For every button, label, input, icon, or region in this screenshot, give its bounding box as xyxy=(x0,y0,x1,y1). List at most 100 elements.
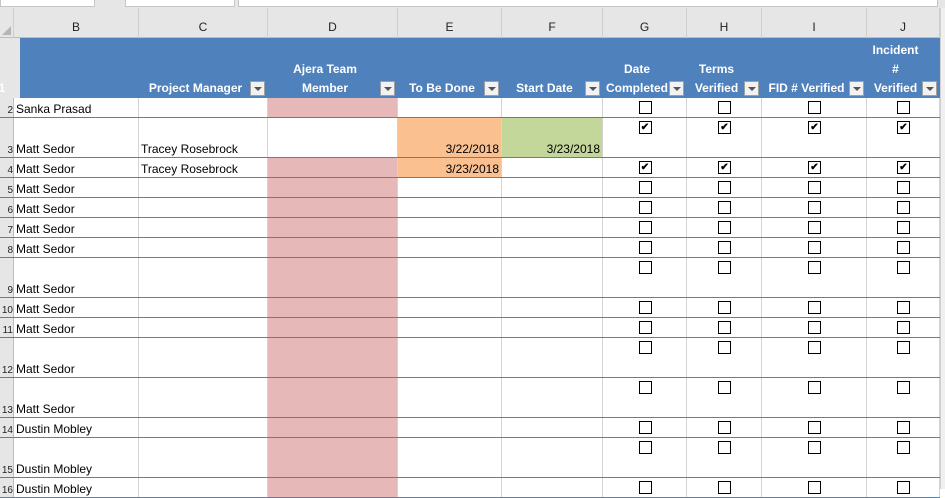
spm-verified-checkbox[interactable] xyxy=(897,341,910,354)
to-be-done-cell[interactable] xyxy=(268,98,398,117)
project-manager-cell[interactable]: Matt Sedor xyxy=(14,198,139,217)
team-member-cell[interactable] xyxy=(139,238,268,257)
spm-verified-checkbox[interactable] xyxy=(897,421,910,434)
row-header[interactable]: 15 xyxy=(0,438,14,477)
column-header-C[interactable]: C xyxy=(139,8,268,38)
date-completed-cell[interactable] xyxy=(502,98,603,117)
column-header-F[interactable]: F xyxy=(502,8,603,38)
terms-verified-checkbox[interactable] xyxy=(638,241,652,254)
team-member-cell[interactable] xyxy=(139,198,268,217)
spm-verified-checkbox[interactable] xyxy=(897,321,910,334)
terms-verified-checkbox[interactable] xyxy=(638,201,652,214)
spm-verified-checkbox[interactable] xyxy=(897,101,910,114)
start-date-cell[interactable] xyxy=(398,238,502,257)
terms-verified-checkbox[interactable] xyxy=(638,101,652,114)
start-date-cell[interactable] xyxy=(398,298,502,317)
terms-verified-checkbox[interactable] xyxy=(638,261,652,274)
fid-verified-checkbox[interactable] xyxy=(718,381,731,394)
fid-verified-checkbox[interactable]: ✔ xyxy=(718,161,731,174)
incident-verified-checkbox[interactable] xyxy=(808,241,821,254)
fid-verified-checkbox[interactable] xyxy=(718,261,731,274)
formula-buttons[interactable] xyxy=(125,0,235,7)
start-date-cell[interactable] xyxy=(398,218,502,237)
incident-verified-checkbox[interactable] xyxy=(808,341,821,354)
team-member-cell[interactable] xyxy=(139,98,268,117)
filter-dropdown-icon[interactable] xyxy=(585,81,600,96)
terms-verified-checkbox[interactable] xyxy=(638,441,652,454)
filter-dropdown-icon[interactable] xyxy=(250,81,265,96)
spm-verified-checkbox[interactable] xyxy=(897,381,910,394)
to-be-done-cell[interactable] xyxy=(268,298,398,317)
row-header[interactable]: 7 xyxy=(0,218,14,237)
to-be-done-cell[interactable] xyxy=(268,318,398,337)
terms-verified-checkbox[interactable] xyxy=(638,221,652,234)
team-member-cell[interactable] xyxy=(139,318,268,337)
date-completed-cell[interactable] xyxy=(502,178,603,197)
project-manager-cell[interactable]: Matt Sedor xyxy=(14,158,139,177)
terms-verified-checkbox[interactable] xyxy=(638,301,652,314)
to-be-done-cell[interactable] xyxy=(268,158,398,177)
row-header[interactable]: 4 xyxy=(0,158,14,177)
column-header-I[interactable]: I xyxy=(762,8,867,38)
terms-verified-checkbox[interactable] xyxy=(638,481,652,494)
incident-verified-checkbox[interactable] xyxy=(808,301,821,314)
spm-verified-checkbox[interactable] xyxy=(897,481,910,494)
date-completed-cell[interactable] xyxy=(502,338,603,377)
date-completed-cell[interactable] xyxy=(502,198,603,217)
filter-dropdown-icon[interactable] xyxy=(922,81,937,96)
filter-dropdown-icon[interactable] xyxy=(380,81,395,96)
project-manager-cell[interactable]: Matt Sedor xyxy=(14,298,139,317)
start-date-cell[interactable] xyxy=(398,258,502,297)
start-date-cell[interactable] xyxy=(398,198,502,217)
fid-verified-checkbox[interactable]: ✔ xyxy=(718,121,731,134)
to-be-done-cell[interactable] xyxy=(268,418,398,437)
select-all-button[interactable] xyxy=(0,8,14,38)
fid-verified-checkbox[interactable] xyxy=(718,321,731,334)
filter-dropdown-icon[interactable] xyxy=(744,81,759,96)
terms-verified-checkbox[interactable] xyxy=(638,341,652,354)
project-manager-cell[interactable]: Matt Sedor xyxy=(14,378,139,417)
date-completed-cell[interactable] xyxy=(502,218,603,237)
project-manager-cell[interactable]: Dustin Mobley xyxy=(14,478,139,497)
incident-verified-checkbox[interactable] xyxy=(808,201,821,214)
to-be-done-cell[interactable] xyxy=(268,378,398,417)
incident-verified-checkbox[interactable] xyxy=(808,481,821,494)
spm-verified-checkbox[interactable] xyxy=(897,241,910,254)
team-member-cell[interactable] xyxy=(139,438,268,477)
column-header-H[interactable]: H xyxy=(687,8,762,38)
team-member-cell[interactable] xyxy=(139,338,268,377)
row-header[interactable]: 2 xyxy=(0,98,14,117)
project-manager-cell[interactable]: Matt Sedor xyxy=(14,218,139,237)
to-be-done-cell[interactable] xyxy=(268,478,398,497)
start-date-cell[interactable] xyxy=(398,318,502,337)
spm-verified-checkbox[interactable]: ✔ xyxy=(897,161,910,174)
column-header-D[interactable]: D xyxy=(268,8,398,38)
start-date-cell[interactable] xyxy=(398,418,502,437)
spm-verified-checkbox[interactable] xyxy=(897,181,910,194)
start-date-cell[interactable]: 3/23/2018 xyxy=(398,158,502,177)
date-completed-cell[interactable] xyxy=(502,158,603,177)
team-member-cell[interactable] xyxy=(139,258,268,297)
team-member-cell[interactable] xyxy=(139,378,268,417)
row-header[interactable]: 9 xyxy=(0,258,14,297)
incident-verified-checkbox[interactable]: ✔ xyxy=(808,161,821,174)
project-manager-cell[interactable]: Matt Sedor xyxy=(14,258,139,297)
spm-verified-checkbox[interactable] xyxy=(897,201,910,214)
row-header[interactable]: 8 xyxy=(0,238,14,257)
fid-verified-checkbox[interactable] xyxy=(718,241,731,254)
date-completed-cell[interactable]: 3/23/2018 xyxy=(502,118,603,157)
column-header-G[interactable]: G xyxy=(603,8,687,38)
date-completed-cell[interactable] xyxy=(502,298,603,317)
to-be-done-cell[interactable] xyxy=(268,178,398,197)
date-completed-cell[interactable] xyxy=(502,238,603,257)
column-header-B[interactable]: B xyxy=(14,8,139,38)
start-date-cell[interactable] xyxy=(398,338,502,377)
name-box[interactable] xyxy=(0,0,95,7)
terms-verified-checkbox[interactable] xyxy=(638,321,652,334)
project-manager-cell[interactable]: Matt Sedor xyxy=(14,338,139,377)
to-be-done-cell[interactable] xyxy=(268,118,398,157)
team-member-cell[interactable] xyxy=(139,298,268,317)
row-header[interactable]: 1 xyxy=(0,38,20,98)
fid-verified-checkbox[interactable] xyxy=(718,441,731,454)
incident-verified-checkbox[interactable] xyxy=(808,381,821,394)
